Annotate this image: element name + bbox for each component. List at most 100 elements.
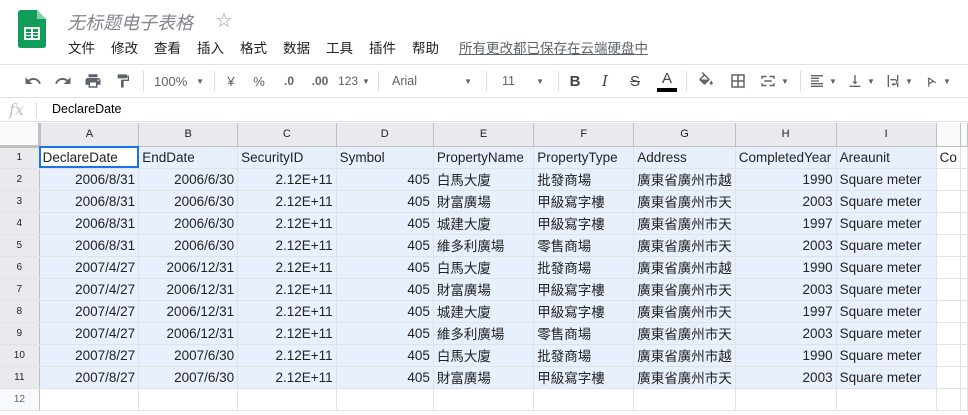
cell[interactable]: 廣東省廣州市天 xyxy=(633,234,736,257)
cell[interactable]: 甲級寫字樓 xyxy=(533,300,635,323)
font-family-select[interactable]: Arial ▼ xyxy=(386,65,478,97)
cell[interactable]: 2007/6/30 xyxy=(138,344,239,367)
row-header[interactable]: 10 xyxy=(0,344,40,367)
horizontal-align-icon[interactable]: ▼ xyxy=(806,65,840,97)
fill-color-icon[interactable] xyxy=(694,65,718,97)
cell[interactable]: Square meter xyxy=(836,322,937,345)
row-header[interactable]: 2 xyxy=(0,168,40,191)
merge-cells-icon[interactable]: ▼ xyxy=(756,65,792,97)
star-icon[interactable]: ☆ xyxy=(215,8,233,33)
cell[interactable] xyxy=(960,278,968,301)
cell[interactable]: Co xyxy=(936,146,962,169)
cell[interactable]: 405 xyxy=(336,322,434,345)
menu-item[interactable]: 修改 xyxy=(103,37,146,57)
cell[interactable]: 財富廣場 xyxy=(433,366,535,389)
cell[interactable] xyxy=(960,344,968,367)
cell[interactable] xyxy=(960,366,968,389)
cell[interactable] xyxy=(960,234,968,257)
cell[interactable] xyxy=(960,300,968,323)
cell[interactable]: 批發商場 xyxy=(533,344,635,367)
increase-decimal-button[interactable]: .00 xyxy=(306,65,334,97)
more-formats-button[interactable]: 123 ▼ xyxy=(336,65,372,97)
cell[interactable]: 2007/8/27 xyxy=(39,344,140,367)
cell[interactable]: Square meter xyxy=(836,234,937,257)
cell[interactable]: 2006/8/31 xyxy=(39,234,140,257)
cell[interactable]: SecurityID xyxy=(237,146,337,169)
cell[interactable]: 2003 xyxy=(735,234,837,257)
menu-item[interactable]: 格式 xyxy=(232,37,275,57)
cell[interactable]: 2007/8/27 xyxy=(39,366,140,389)
cell[interactable]: 財富廣場 xyxy=(433,190,535,213)
column-header[interactable] xyxy=(936,123,962,147)
row-header[interactable]: 5 xyxy=(0,234,40,257)
menu-item[interactable]: 帮助 xyxy=(404,37,447,57)
cell[interactable] xyxy=(936,300,962,323)
decrease-decimal-button[interactable]: .0 xyxy=(276,65,302,97)
cell[interactable]: 批發商場 xyxy=(533,168,635,191)
cell[interactable]: 405 xyxy=(336,234,434,257)
cell[interactable]: 405 xyxy=(336,212,434,235)
cell[interactable]: Symbol xyxy=(336,146,434,169)
cell[interactable]: 2007/4/27 xyxy=(39,278,140,301)
cell[interactable]: 白馬大廈 xyxy=(433,344,535,367)
cell[interactable]: Square meter xyxy=(836,278,937,301)
cell[interactable]: 2.12E+11 xyxy=(237,344,337,367)
row-header[interactable]: 7 xyxy=(0,278,40,301)
row-header[interactable]: 6 xyxy=(0,256,40,279)
cell[interactable]: 維多利廣場 xyxy=(433,234,535,257)
cell[interactable]: 2003 xyxy=(735,278,837,301)
cell[interactable] xyxy=(960,168,968,191)
cell[interactable]: Areaunit xyxy=(836,146,937,169)
cell[interactable] xyxy=(237,388,337,411)
cell[interactable]: 2006/8/31 xyxy=(39,168,140,191)
column-header[interactable] xyxy=(960,123,968,147)
column-header[interactable]: A xyxy=(39,123,140,147)
cell[interactable]: 廣東省廣州市天 xyxy=(633,212,736,235)
cell[interactable]: 2003 xyxy=(735,190,837,213)
cell[interactable]: 2003 xyxy=(735,322,837,345)
cell[interactable] xyxy=(936,388,962,411)
column-header[interactable]: D xyxy=(336,123,434,147)
cell[interactable]: 2007/4/27 xyxy=(39,300,140,323)
cell[interactable]: 405 xyxy=(336,344,434,367)
cell[interactable]: 405 xyxy=(336,190,434,213)
cell[interactable]: 零售商場 xyxy=(533,322,635,345)
cell[interactable] xyxy=(936,212,962,235)
cell[interactable]: 2006/12/31 xyxy=(138,300,239,323)
text-rotation-icon[interactable]: ▼ xyxy=(920,65,954,97)
cell[interactable]: Square meter xyxy=(836,190,937,213)
cell[interactable]: 城建大廈 xyxy=(433,300,535,323)
cell[interactable] xyxy=(936,168,962,191)
cell[interactable]: 405 xyxy=(336,278,434,301)
save-status-link[interactable]: 所有更改都已保存在云端硬盘中 xyxy=(459,37,648,57)
cell[interactable] xyxy=(960,212,968,235)
select-all-corner[interactable] xyxy=(0,123,41,148)
cell[interactable]: 2.12E+11 xyxy=(237,366,337,389)
cell[interactable]: PropertyType xyxy=(533,146,635,169)
column-header[interactable]: H xyxy=(735,123,837,147)
row-header[interactable]: 11 xyxy=(0,366,40,389)
font-size-select[interactable]: 11 ▼ xyxy=(494,65,552,97)
cell[interactable]: 2006/12/31 xyxy=(138,256,239,279)
cell[interactable] xyxy=(533,388,635,411)
row-header[interactable]: 8 xyxy=(0,300,40,323)
strikethrough-button[interactable]: S xyxy=(624,65,646,97)
cell[interactable]: Square meter xyxy=(836,212,937,235)
cell[interactable] xyxy=(39,388,140,411)
cell[interactable] xyxy=(735,388,837,411)
column-header[interactable]: I xyxy=(836,123,937,147)
row-header[interactable]: 4 xyxy=(0,212,40,235)
column-header[interactable]: B xyxy=(138,123,239,147)
cell[interactable] xyxy=(433,388,535,411)
cell[interactable] xyxy=(960,146,968,169)
cell[interactable]: 1990 xyxy=(735,344,837,367)
cell[interactable]: 405 xyxy=(336,256,434,279)
cell[interactable]: 2.12E+11 xyxy=(237,278,337,301)
column-header[interactable]: E xyxy=(433,123,535,147)
cell[interactable]: 城建大廈 xyxy=(433,212,535,235)
cell[interactable]: 2.12E+11 xyxy=(237,256,337,279)
cell[interactable]: 2006/12/31 xyxy=(138,278,239,301)
cell[interactable]: EndDate xyxy=(138,146,239,169)
cell[interactable]: Square meter xyxy=(836,366,937,389)
cell[interactable]: 1990 xyxy=(735,168,837,191)
